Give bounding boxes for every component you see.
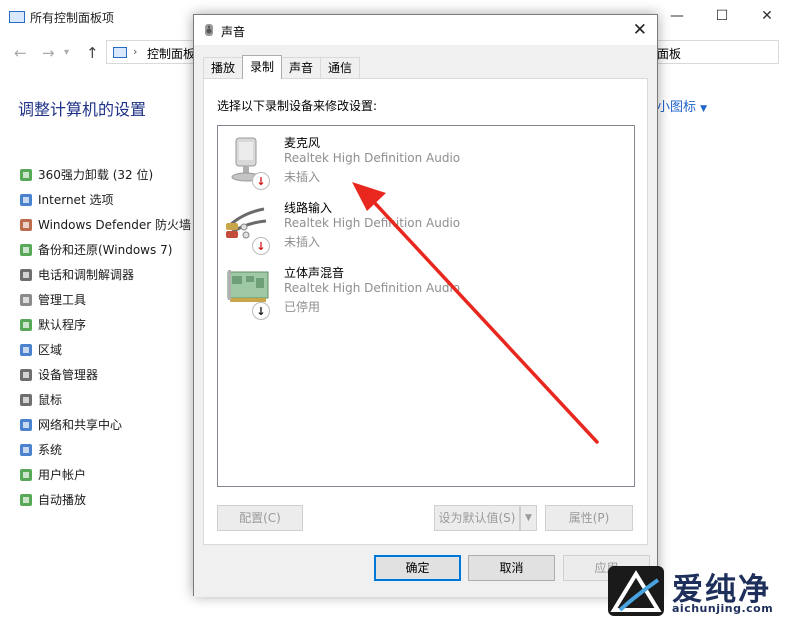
device-status: 未插入 [284,235,321,249]
control-panel-item-label: 自动播放 [38,493,87,507]
control-panel-item-label: Internet 选项 [38,193,114,207]
device-description: Realtek High Definition Audio [284,151,461,165]
recording-device-list[interactable]: ↓ 麦克风 Realtek High Definition Audio 未插入 … [217,125,635,487]
search-placeholder: 面板 [657,47,682,61]
device-description: Realtek High Definition Audio [284,216,461,230]
cancel-button[interactable]: 取消 [468,555,555,581]
view-by-label: 小图标 [657,100,697,115]
control-panel-small-icon [113,47,127,58]
sound-dialog: 声音 ✕ 播放 录制 声音 通信 选择以下录制设备来修改设置: ↓ 麦克风 Re… [193,14,658,597]
control-panel-item[interactable]: 360强力卸载 (32 位) [18,162,191,187]
tab-communications[interactable]: 通信 [320,57,361,79]
device-name: 立体声混音 [284,266,345,280]
control-panel-item[interactable]: 电话和调制解调器 [18,262,191,287]
minimize-button[interactable]: — [667,8,687,24]
tab-sounds[interactable]: 声音 [281,57,322,79]
properties-button[interactable]: 属性(P) [545,505,633,531]
breadcrumb-chevron-icon[interactable]: › [133,45,137,58]
set-default-dropdown-icon[interactable]: ▼ [520,505,537,531]
dialog-close-button[interactable]: ✕ [633,20,647,40]
control-panel-item[interactable]: Windows Defender 防火墙 [18,212,191,237]
backup-icon [18,242,34,258]
forward-arrow-icon[interactable]: → [42,44,55,62]
region-icon [18,342,34,358]
control-panel-icon [9,11,25,23]
recent-dropdown-icon[interactable]: ▾ [64,47,69,58]
tab-recording[interactable]: 录制 [242,55,283,79]
dialog-titlebar: 声音 ✕ [194,15,657,45]
disabled-badge-icon: ↓ [252,302,270,320]
watermark: 爱纯净 aichunjing.com [604,562,795,620]
unplugged-badge-icon: ↓ [252,172,270,190]
autoplay-icon [18,492,34,508]
control-panel-item-label: 电话和调制解调器 [38,268,135,282]
device-item-stereo-mix[interactable]: ↓ 立体声混音 Realtek High Definition Audio 已停… [218,260,634,324]
admin-tools-icon [18,292,34,308]
control-panel-item-label: 用户帐户 [38,468,87,482]
speaker-icon [205,24,213,36]
device-status: 已停用 [284,300,321,314]
control-panel-item-label: 系统 [38,443,63,457]
control-panel-title: 所有控制面板项 [30,11,115,25]
chevron-down-icon: ▼ [700,104,708,114]
control-panel-item-label: 设备管理器 [38,368,99,382]
control-panel-item-label: 区域 [38,343,63,357]
up-arrow-icon[interactable]: ↑ [86,44,99,62]
control-panel-item[interactable]: 用户帐户 [18,462,191,487]
control-panel-item[interactable]: 管理工具 [18,287,191,312]
control-panel-item[interactable]: 设备管理器 [18,362,191,387]
set-default-button[interactable]: 设为默认值(S) [434,505,520,531]
tab-playback[interactable]: 播放 [203,57,244,79]
device-name: 麦克风 [284,136,321,150]
page-title: 调整计算机的设置 [18,100,147,119]
configure-button[interactable]: 配置(C) [217,505,303,531]
tab-strip: 播放 录制 声音 通信 [203,55,361,79]
control-panel-item-label: 默认程序 [38,318,87,332]
unplugged-badge-icon: ↓ [252,237,270,255]
network-icon [18,417,34,433]
ok-button[interactable]: 确定 [374,555,461,581]
user-accounts-icon [18,467,34,483]
phone-modem-icon [18,267,34,283]
mouse-icon [18,392,34,408]
default-programs-icon [18,317,34,333]
control-panel-item-label: 360强力卸载 (32 位) [38,168,154,182]
control-panel-item[interactable]: 备份和还原(Windows 7) [18,237,191,262]
device-description: Realtek High Definition Audio [284,281,461,295]
uninstall-icon [18,167,34,183]
control-panel-item-label: 鼠标 [38,393,63,407]
device-status: 未插入 [284,170,321,184]
control-panel-item-label: 备份和还原(Windows 7) [38,243,173,257]
control-panel-item[interactable]: 默认程序 [18,312,191,337]
system-icon [18,442,34,458]
device-item-microphone[interactable]: ↓ 麦克风 Realtek High Definition Audio 未插入 [218,130,634,194]
watermark-url: aichunjing.com [672,602,774,615]
device-manager-icon [18,367,34,383]
close-window-button[interactable]: ✕ [757,8,777,24]
control-panel-item[interactable]: 网络和共享中心 [18,412,191,437]
device-name: 线路输入 [284,201,333,215]
watermark-logo [608,566,664,616]
instruction-text: 选择以下录制设备来修改设置: [217,99,378,113]
control-panel-items: 360强力卸载 (32 位) Internet 选项 Windows Defende… [18,162,191,512]
maximize-button[interactable]: ☐ [712,8,732,24]
breadcrumb-control-panel[interactable]: 控制面板 [147,45,195,62]
control-panel-item-label: 网络和共享中心 [38,418,123,432]
back-arrow-icon[interactable]: ← [14,44,27,62]
recording-tab-panel: 选择以下录制设备来修改设置: ↓ 麦克风 Realtek High Defini… [203,78,648,545]
control-panel-item[interactable]: 鼠标 [18,387,191,412]
control-panel-item[interactable]: 区域 [18,337,191,362]
firewall-icon [18,217,34,233]
view-by-dropdown[interactable]: 小图标 ▼ [657,96,707,115]
device-item-line-in[interactable]: ↓ 线路输入 Realtek High Definition Audio 未插入 [218,195,634,259]
control-panel-item[interactable]: Internet 选项 [18,187,191,212]
dialog-title: 声音 [221,25,246,39]
control-panel-item[interactable]: 系统 [18,437,191,462]
control-panel-item[interactable]: 自动播放 [18,487,191,512]
control-panel-item-label: 管理工具 [38,293,87,307]
dialog-body: 播放 录制 声音 通信 选择以下录制设备来修改设置: ↓ 麦克风 Realtek… [194,45,657,597]
internet-options-icon [18,192,34,208]
control-panel-item-label: Windows Defender 防火墙 [38,218,191,232]
